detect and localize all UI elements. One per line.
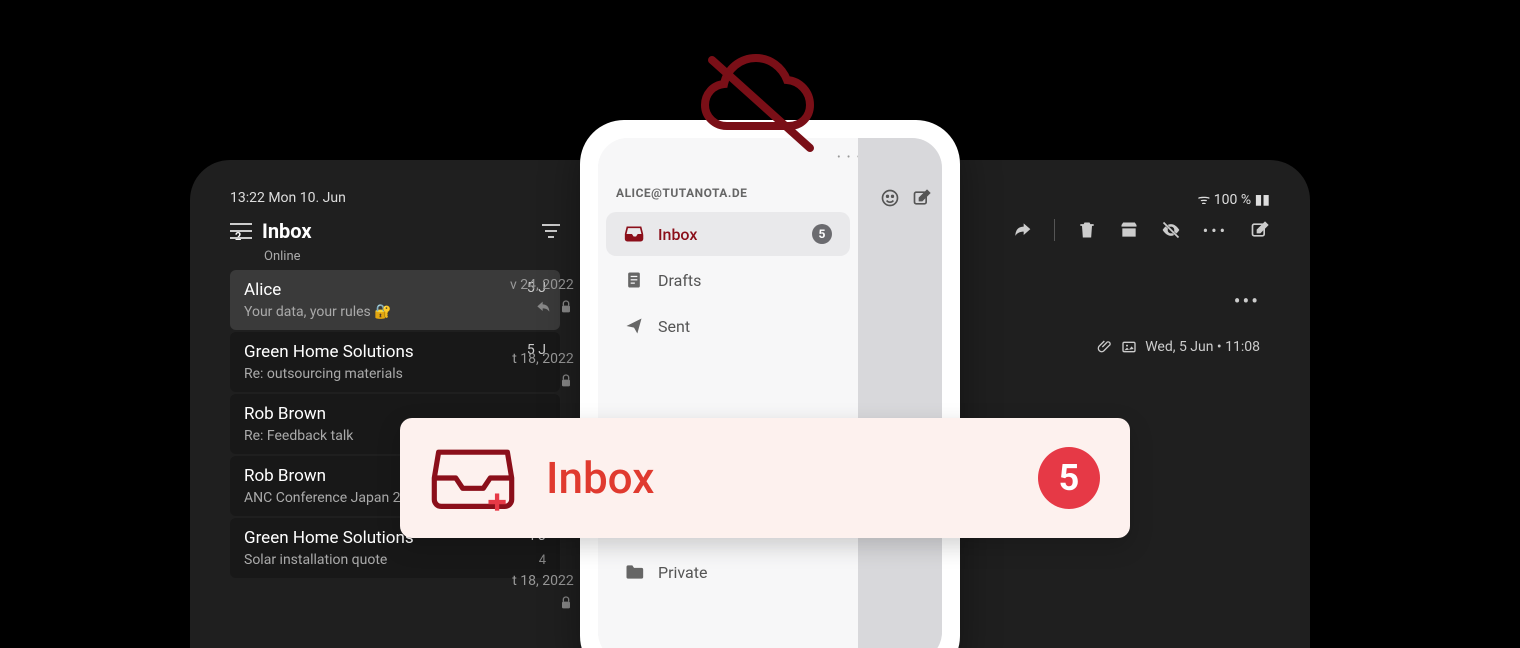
tablet-clock: 13:22 Mon 10. Jun <box>230 190 346 209</box>
inbox-overlay: Inbox 5 <box>400 418 1130 538</box>
bg-mail-row: t 18, 2022 <box>510 629 582 648</box>
message-date: Wed, 5 Jun • 11:08 <box>1097 339 1260 355</box>
filter-icon[interactable] <box>542 224 560 238</box>
cloud-off-icon <box>692 48 832 162</box>
mail-sender: Green Home Solutions <box>244 342 546 362</box>
sent-icon <box>624 316 644 336</box>
tablet-battery: ᯤ 100 % ▮▮ <box>1198 190 1270 209</box>
mail-subject: Your data, your rules 🔐 <box>244 304 546 320</box>
image-icon <box>1121 339 1137 355</box>
compose-icon[interactable] <box>1250 220 1270 240</box>
sidebar-item-label: Drafts <box>658 271 701 290</box>
inbox-large-icon <box>430 442 516 514</box>
phone-device: • • • • ALICE@TUTANOTA.DE Inbox5DraftsSe… <box>580 120 960 648</box>
account-label: ALICE@TUTANOTA.DE <box>598 186 858 210</box>
menu-badge: 2 <box>230 230 252 232</box>
sidebar-item-label: Private <box>658 563 707 582</box>
inbox-overlay-count: 5 <box>1038 447 1100 509</box>
menu-icon[interactable]: 2 <box>230 223 252 239</box>
sidebar-item-drafts[interactable]: Drafts <box>606 258 850 302</box>
drafts-icon <box>624 270 644 290</box>
message-more-icon[interactable]: ••• <box>1234 289 1260 313</box>
attachment-icon <box>1097 339 1113 355</box>
sidebar-item-label: Inbox <box>658 225 697 244</box>
folder-badge: 5 <box>812 224 832 244</box>
inbox-overlay-label: Inbox <box>546 452 654 504</box>
emoji-icon[interactable] <box>880 188 900 208</box>
phone-message-pane <box>858 138 942 648</box>
trash-icon[interactable] <box>1077 220 1097 240</box>
phone-sidebar: ALICE@TUTANOTA.DE Inbox5DraftsSent YOUR … <box>598 138 858 648</box>
reply-icon <box>536 299 552 315</box>
bg-mail-row: v 24, 2022 <box>510 259 582 333</box>
folder-title: Inbox <box>262 219 312 243</box>
compose-small-icon[interactable] <box>912 188 932 208</box>
forward-icon[interactable] <box>1012 220 1032 240</box>
bg-mail-row: t 18, 2022 <box>510 333 582 407</box>
toolbar-divider <box>1054 219 1055 241</box>
message-toolbar: ••• <box>1012 219 1270 241</box>
lock-icon <box>558 373 574 389</box>
archive-icon[interactable] <box>1119 220 1139 240</box>
sidebar-item-sent[interactable]: Sent <box>606 304 850 348</box>
bg-mail-row: t 18, 2022 <box>510 555 582 629</box>
mail-subject: Solar installation quote <box>244 552 546 568</box>
folder-icon <box>624 562 644 582</box>
more-icon[interactable]: ••• <box>1203 221 1228 240</box>
lock-icon <box>558 595 574 611</box>
mail-subject: Re: outsourcing materials <box>244 366 546 382</box>
hide-icon[interactable] <box>1161 220 1181 240</box>
sidebar-item-private[interactable]: Private <box>606 550 850 594</box>
sidebar-item-label: Sent <box>658 317 690 336</box>
inbox-icon <box>624 224 644 244</box>
lock-icon <box>558 299 574 315</box>
mail-sender: Alice <box>244 280 546 300</box>
sidebar-item-inbox[interactable]: Inbox 5 <box>606 212 850 256</box>
